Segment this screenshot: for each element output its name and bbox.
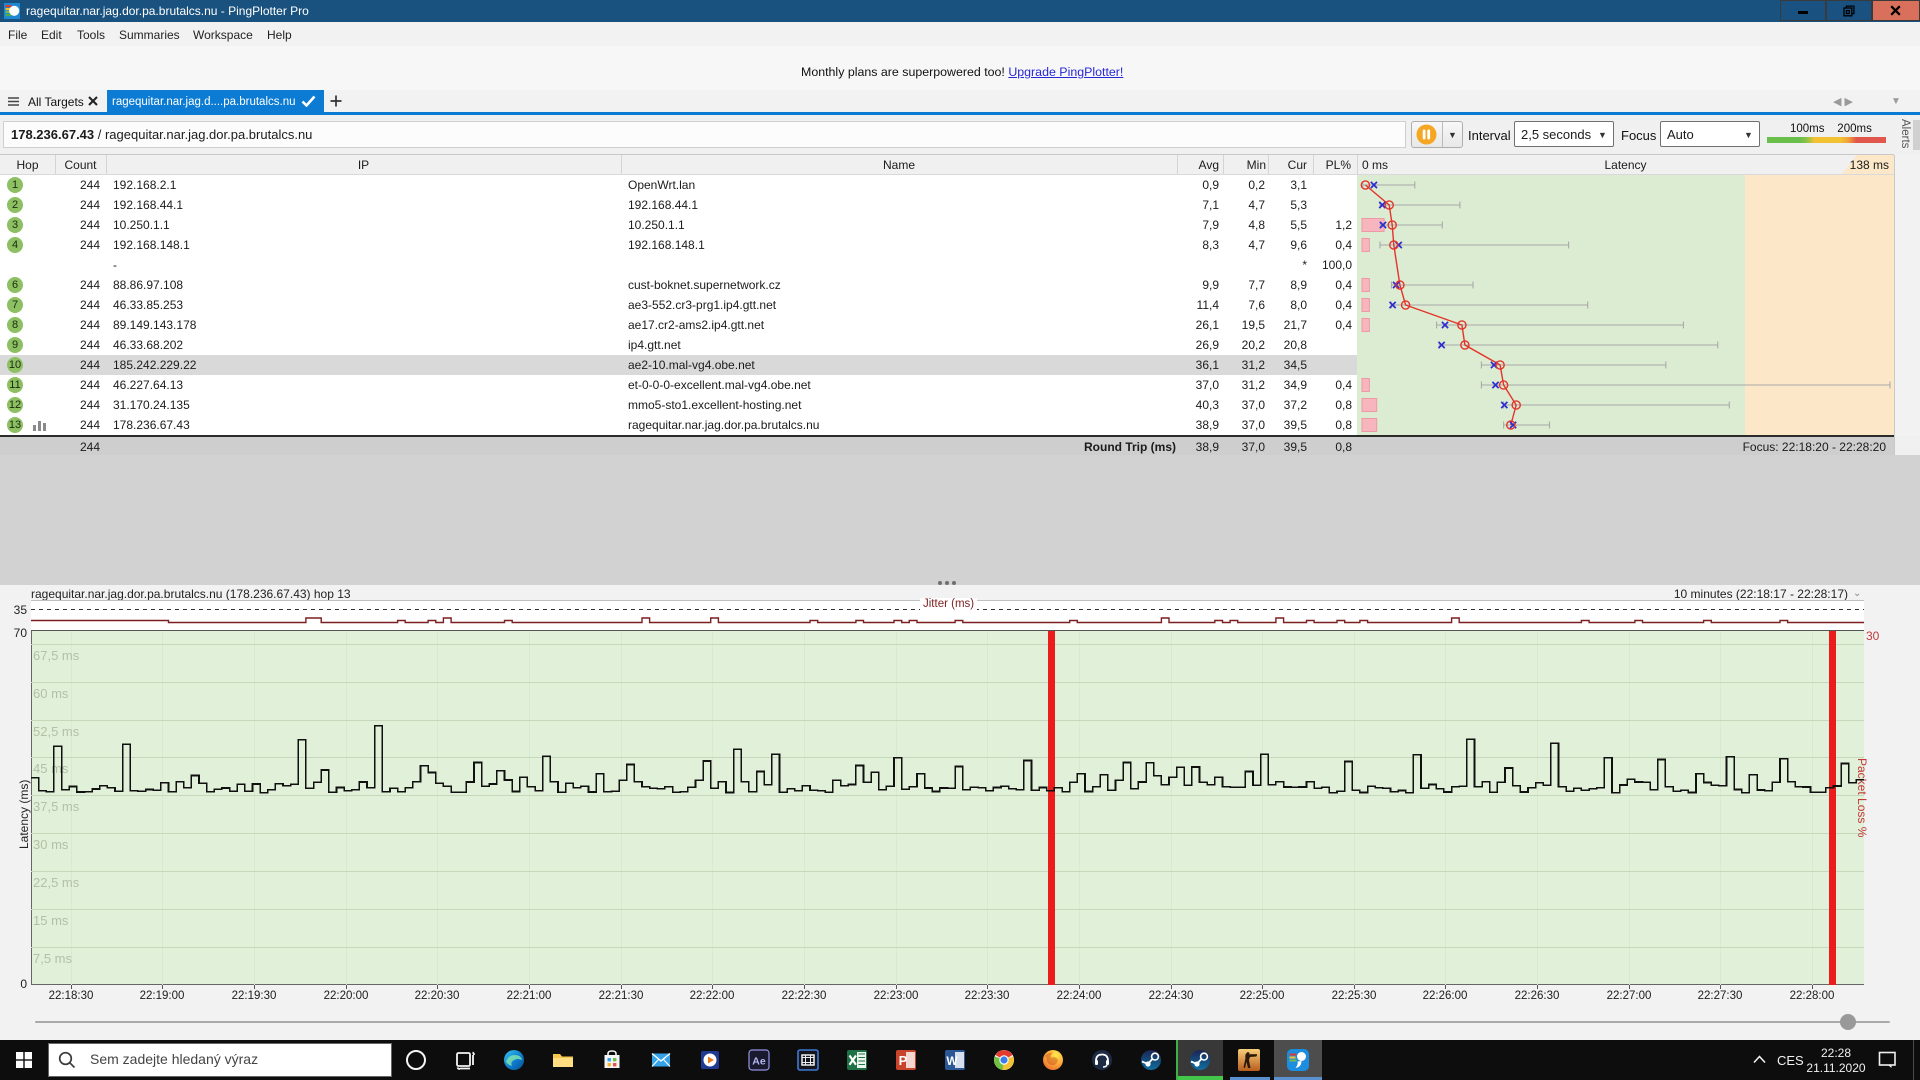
svg-text:P: P	[899, 1053, 908, 1068]
svg-text:W: W	[946, 1054, 958, 1068]
svg-text:Ae: Ae	[752, 1056, 766, 1068]
